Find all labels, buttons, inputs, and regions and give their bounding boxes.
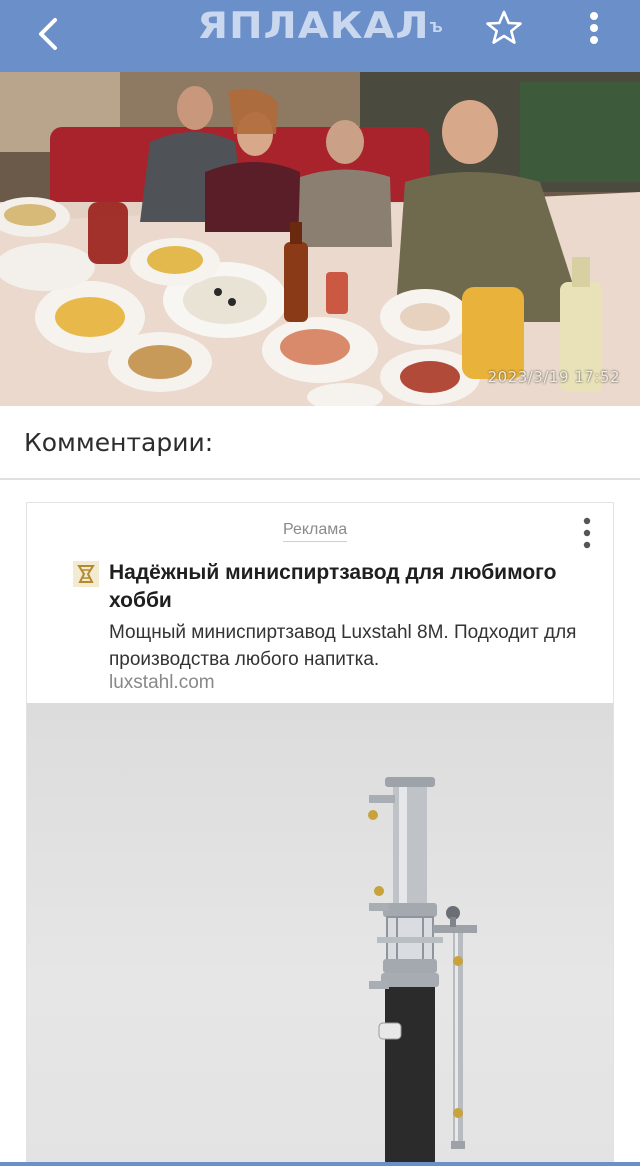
ad-product-image[interactable] (27, 703, 613, 1165)
section-divider (0, 478, 640, 480)
chevron-left-icon (39, 18, 57, 50)
distillation-column-image (368, 777, 477, 1165)
overflow-menu-button[interactable] (574, 6, 614, 50)
star-outline-icon (486, 10, 522, 44)
ad-options-button[interactable] (575, 515, 599, 551)
more-vertical-icon (590, 12, 598, 44)
advertiser-favicon-icon (73, 561, 99, 587)
ad-domain-link[interactable]: luxstahl.com (109, 672, 215, 694)
ad-label: Реклама (283, 521, 348, 542)
app-page: ЯПЛАКАЛ ъ 2023/3/19 17:52 Комментарии: Р… (0, 0, 640, 1166)
post-photo[interactable]: 2023/3/19 17:52 (0, 72, 640, 406)
favorite-button[interactable] (482, 6, 526, 50)
photo-timestamp: 2023/3/19 17:52 (487, 368, 620, 386)
site-logo[interactable]: ЯПЛАКАЛ ъ (180, 4, 460, 48)
comments-heading: Комментарии: (24, 428, 214, 457)
top-app-bar: ЯПЛАКАЛ ъ (0, 0, 640, 72)
bottom-accent-line (0, 1162, 640, 1166)
ad-title-link[interactable]: Надёжный миниспиртзавод для любимого хоб… (109, 559, 589, 615)
logo-superscript: ъ (429, 15, 443, 36)
ad-description: Мощный миниспиртзавод Luxstahl 8M. Подхо… (109, 622, 577, 670)
more-vertical-icon (583, 517, 591, 549)
logo-text: ЯПЛАКАЛ (197, 4, 430, 48)
ad-card[interactable]: Реклама Надёжный миниспиртзавод для люби… (26, 502, 614, 1166)
dinner-table-photo (0, 72, 640, 406)
back-button[interactable] (24, 10, 72, 58)
